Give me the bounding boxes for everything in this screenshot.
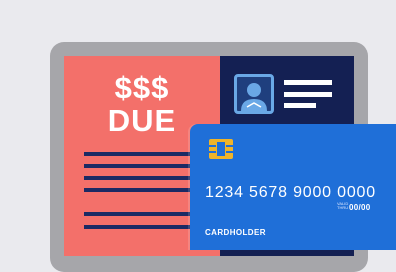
profile-info-line bbox=[284, 80, 332, 85]
card-expiry: 00/00 bbox=[349, 203, 371, 212]
cardholder-label: CARDHOLDER bbox=[205, 228, 266, 237]
bill-text-line bbox=[84, 176, 190, 180]
bill-text-line bbox=[84, 212, 190, 216]
bill-text-line bbox=[84, 225, 190, 229]
bill-text-line bbox=[84, 188, 190, 192]
bill-amount-symbol: $$$ bbox=[114, 70, 170, 105]
bill-text-line bbox=[84, 164, 190, 168]
bill-text-line bbox=[84, 152, 190, 156]
card-number: 1234 5678 9000 0000 bbox=[205, 184, 376, 201]
card-chip-icon bbox=[208, 138, 234, 160]
user-avatar-icon bbox=[234, 74, 274, 114]
profile-info-line bbox=[284, 103, 316, 108]
profile-info-line bbox=[284, 92, 332, 97]
valid-thru-label: VALID THRU bbox=[337, 201, 349, 210]
